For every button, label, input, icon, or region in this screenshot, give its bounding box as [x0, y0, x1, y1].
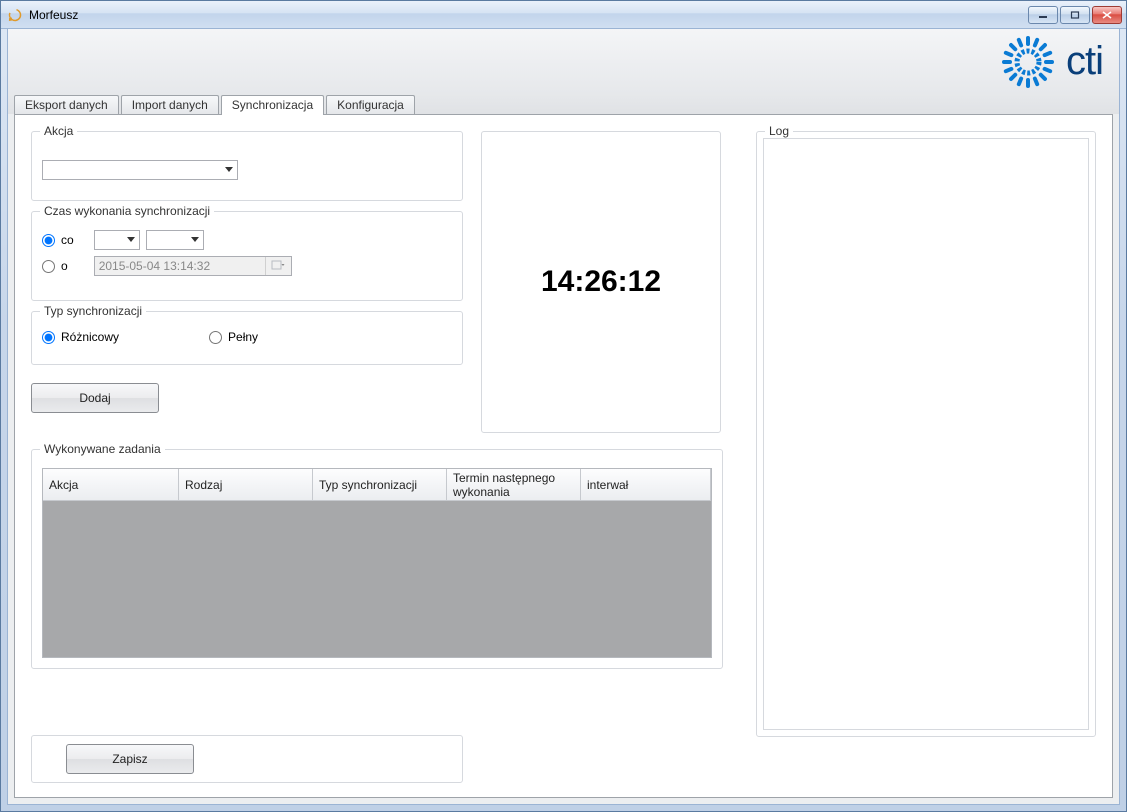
radio-type-full-label: Pełny [228, 330, 258, 344]
group-log: Log [756, 131, 1096, 737]
maximize-button[interactable] [1060, 6, 1090, 24]
group-tasks-legend: Wykonywane zadania [40, 442, 165, 456]
radio-interval-every[interactable] [42, 234, 55, 247]
group-log-legend: Log [765, 124, 793, 138]
add-button-label: Dodaj [79, 391, 110, 405]
group-action-legend: Akcja [40, 124, 77, 138]
group-sync-type: Typ synchronizacji Różnicowy Pełny [31, 311, 463, 365]
group-action: Akcja [31, 131, 463, 201]
log-panel-wrap: Log [756, 131, 1096, 737]
group-interval-legend: Czas wykonania synchronizacji [40, 204, 214, 218]
brand-text: cti [1066, 39, 1103, 84]
radio-type-full[interactable] [209, 331, 222, 344]
clock-panel: 14:26:12 [481, 131, 721, 433]
radio-type-diff[interactable] [42, 331, 55, 344]
minimize-button[interactable] [1028, 6, 1058, 24]
tab-panel-sync: Akcja Czas wykonania synchronizacji co [14, 114, 1113, 798]
client-area: cti Eksport danych Import danych Synchro… [7, 29, 1120, 805]
tab-export[interactable]: Eksport danych [14, 95, 119, 115]
brand-logo: cti [1000, 34, 1103, 90]
log-textarea[interactable] [763, 138, 1089, 730]
tab-sync[interactable]: Synchronizacja [221, 95, 324, 115]
tab-import[interactable]: Import danych [121, 95, 219, 115]
app-icon [7, 7, 23, 23]
datetime-picker[interactable]: 2015-05-04 13:14:32 [94, 256, 292, 276]
save-button-label: Zapisz [112, 752, 147, 766]
titlebar[interactable]: Morfeusz [1, 1, 1126, 29]
group-sync-type-legend: Typ synchronizacji [40, 304, 146, 318]
group-save: Zapisz [31, 735, 463, 783]
close-button[interactable] [1092, 6, 1122, 24]
tab-strip: Eksport danych Import danych Synchroniza… [8, 94, 1119, 114]
tasks-table-body[interactable] [43, 501, 711, 657]
radio-interval-every-label: co [61, 233, 74, 247]
col-synctype[interactable]: Typ synchronizacji [313, 469, 447, 500]
radio-interval-at[interactable] [42, 260, 55, 273]
datetime-value: 2015-05-04 13:14:32 [95, 259, 214, 273]
tasks-table[interactable]: Akcja Rodzaj Typ synchronizacji Termin n… [42, 468, 712, 658]
radio-interval-at-label: o [61, 259, 68, 273]
group-tasks: Wykonywane zadania Akcja Rodzaj Typ sync… [31, 449, 723, 669]
col-nextrun[interactable]: Termin następnego wykonania [447, 469, 581, 500]
window-title: Morfeusz [29, 8, 78, 22]
calendar-dropdown-icon [265, 257, 291, 275]
interval-unit-combo[interactable] [146, 230, 204, 250]
chevron-down-icon [125, 233, 137, 247]
chevron-down-icon [189, 233, 201, 247]
action-combo[interactable] [42, 160, 238, 180]
window-controls [1028, 6, 1122, 24]
group-interval: Czas wykonania synchronizacji co [31, 211, 463, 301]
chevron-down-icon [223, 163, 235, 177]
clock-time: 14:26:12 [541, 265, 661, 299]
radio-type-diff-label: Różnicowy [61, 330, 119, 344]
add-button[interactable]: Dodaj [31, 383, 159, 413]
interval-value-combo[interactable] [94, 230, 140, 250]
app-window: Morfeusz [0, 0, 1127, 812]
col-action[interactable]: Akcja [43, 469, 179, 500]
tab-config[interactable]: Konfiguracja [326, 95, 415, 115]
col-kind[interactable]: Rodzaj [179, 469, 313, 500]
sync-left-column: Akcja Czas wykonania synchronizacji co [31, 131, 463, 441]
tasks-table-header: Akcja Rodzaj Typ synchronizacji Termin n… [43, 469, 711, 501]
header-strip: cti [8, 29, 1119, 94]
col-interval[interactable]: interwał [581, 469, 711, 500]
globe-icon [1000, 34, 1056, 90]
save-button[interactable]: Zapisz [66, 744, 194, 774]
